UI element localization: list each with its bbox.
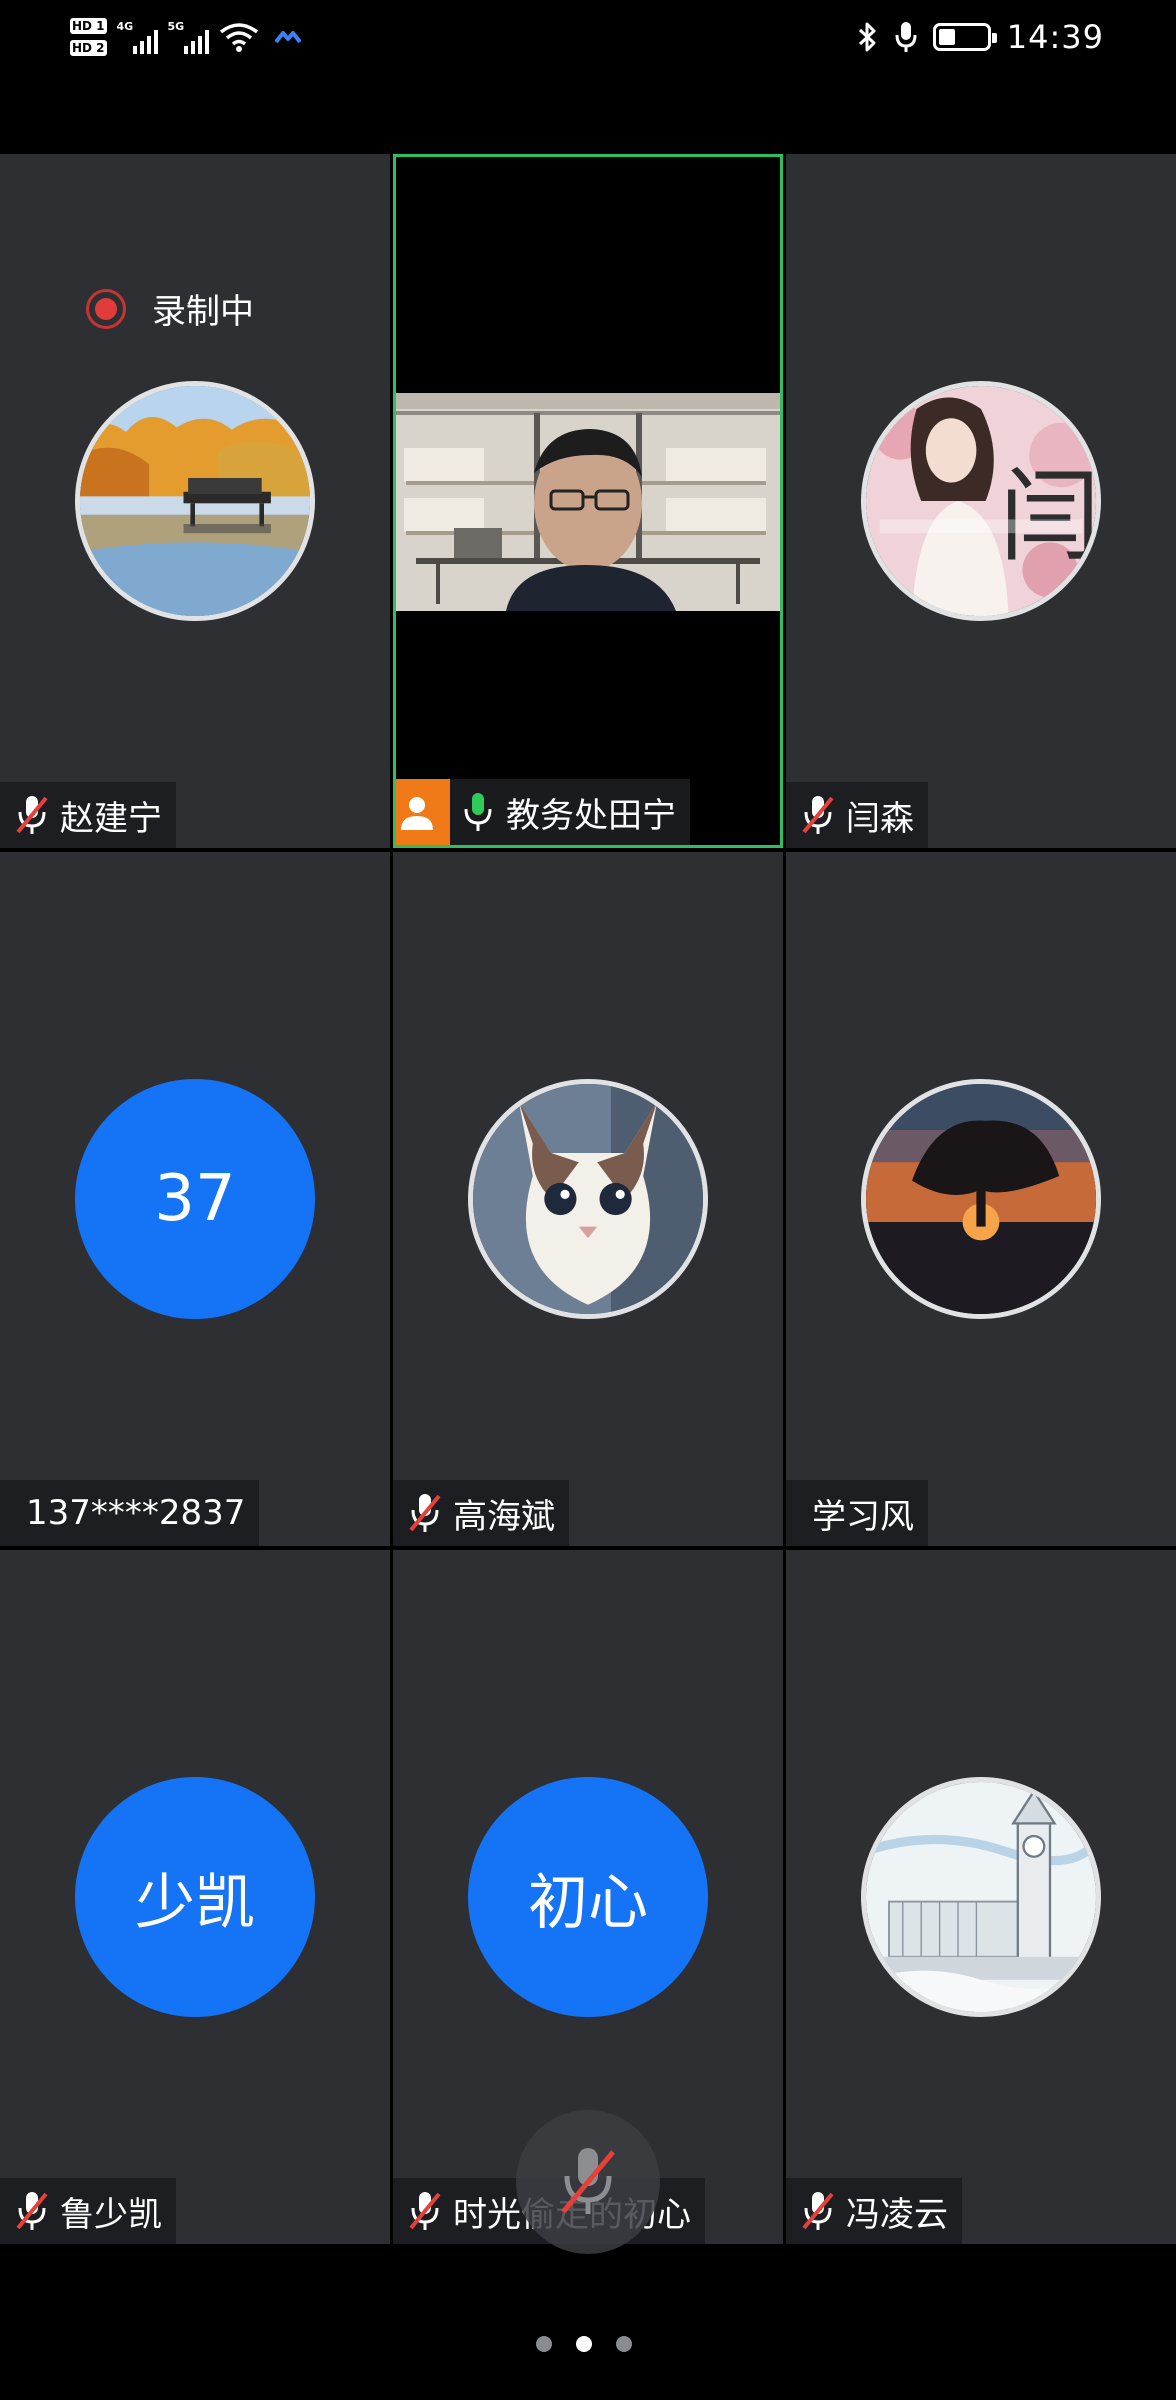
participant-name: 鲁少凯 — [60, 2194, 162, 2235]
meeting-screen: HD 1 HD 2 4G 5G 14:39 录制中 赵建宁 教务处田宁 闫 闫森… — [0, 0, 1176, 2400]
battery-level — [938, 29, 955, 45]
status-bar: HD 1 HD 2 4G 5G 14:39 — [0, 0, 1176, 74]
network-type-1: 4G — [116, 20, 134, 33]
mic-muted-icon — [16, 2192, 48, 2230]
signal-2-icon: 5G — [168, 20, 209, 54]
page-dot[interactable] — [536, 2336, 552, 2352]
text-avatar: 37 — [75, 1079, 315, 1319]
participant-nametag: 冯凌云 — [786, 2178, 962, 2244]
sim1-label: HD 1 — [70, 18, 107, 34]
participant-tile[interactable]: 少凯 鲁少凯 — [0, 1550, 390, 2244]
big-ben-sketch-avatar — [861, 1777, 1101, 2017]
mic-muted-icon — [561, 2148, 615, 2214]
participant-nametag: 学习风 — [786, 1480, 928, 1546]
mic-muted-icon — [409, 2192, 441, 2230]
page-dot[interactable] — [616, 2336, 632, 2352]
participant-grid: 录制中 赵建宁 教务处田宁 闫 闫森 37 137****2837 高海斌 学习… — [0, 154, 1176, 2244]
sim2-hd-icon: HD 2 — [70, 40, 107, 56]
participant-nametag: 赵建宁 — [0, 782, 176, 848]
microphone-status-icon — [895, 22, 917, 52]
page-dot-current[interactable] — [576, 2336, 592, 2352]
toggle-mic-button[interactable] — [516, 2110, 660, 2254]
participant-tile[interactable]: 冯凌云 — [786, 1550, 1176, 2244]
network-type-2: 5G — [167, 20, 185, 33]
sim-indicators: HD 1 HD 2 — [70, 18, 107, 56]
mic-muted-icon — [802, 2192, 834, 2230]
girl-photo-avatar: 闫 — [861, 381, 1101, 621]
participant-tile[interactable]: 闫 闫森 — [786, 154, 1176, 848]
participant-name: 高海斌 — [453, 1496, 555, 1537]
battery-icon — [932, 23, 997, 51]
mic-muted-icon — [409, 1494, 441, 1532]
participant-nametag: 137****2837 — [0, 1480, 260, 1546]
participant-nametag: 高海斌 — [393, 1480, 569, 1546]
bluetooth-icon — [858, 22, 876, 52]
sim1-hd-icon: HD 1 — [70, 18, 107, 34]
app-notification-icon — [274, 31, 301, 44]
host-badge-icon — [396, 779, 450, 845]
participant-nametag: 教务处田宁 — [396, 779, 690, 845]
status-bar-left: HD 1 HD 2 4G 5G — [70, 8, 301, 66]
participant-tile[interactable]: 学习风 — [786, 852, 1176, 1546]
wifi-icon — [219, 23, 258, 52]
status-time: 14:39 — [1006, 18, 1104, 56]
camera-video — [396, 393, 780, 611]
status-bar-right: 14:39 — [857, 14, 1104, 60]
sunset-tree-avatar — [861, 1079, 1101, 1319]
mic-on-icon — [464, 793, 492, 831]
page-indicator — [536, 2336, 632, 2352]
svg-text:闫: 闫 — [999, 458, 1096, 576]
participant-tile[interactable]: 录制中 赵建宁 — [0, 154, 390, 848]
text-avatar: 初心 — [468, 1777, 708, 2017]
mic-muted-icon — [16, 796, 48, 834]
signal-1-icon: 4G — [117, 20, 158, 54]
participant-name: 赵建宁 — [60, 798, 162, 839]
active-speaker-tile[interactable]: 教务处田宁 — [393, 154, 783, 848]
lake-photo-avatar — [75, 381, 315, 621]
recording-label: 录制中 — [152, 292, 254, 332]
text-avatar: 少凯 — [75, 1777, 315, 2017]
participant-nametag: 鲁少凯 — [0, 2178, 176, 2244]
sim2-label: HD 2 — [70, 40, 107, 56]
mic-muted-icon — [802, 796, 834, 834]
participant-name: 137****2837 — [26, 1493, 246, 1533]
participant-name: 学习风 — [812, 1496, 914, 1537]
participant-nametag: 闫森 — [786, 782, 928, 848]
record-icon — [86, 288, 126, 329]
participant-name: 闫森 — [846, 798, 914, 839]
recording-indicator[interactable]: 录制中 — [86, 284, 254, 333]
participant-tile[interactable]: 高海斌 — [393, 852, 783, 1546]
participant-name: 教务处田宁 — [506, 795, 676, 836]
participant-name: 冯凌云 — [846, 2194, 948, 2235]
participant-tile[interactable]: 37 137****2837 — [0, 852, 390, 1546]
cat-photo-avatar — [468, 1079, 708, 1319]
